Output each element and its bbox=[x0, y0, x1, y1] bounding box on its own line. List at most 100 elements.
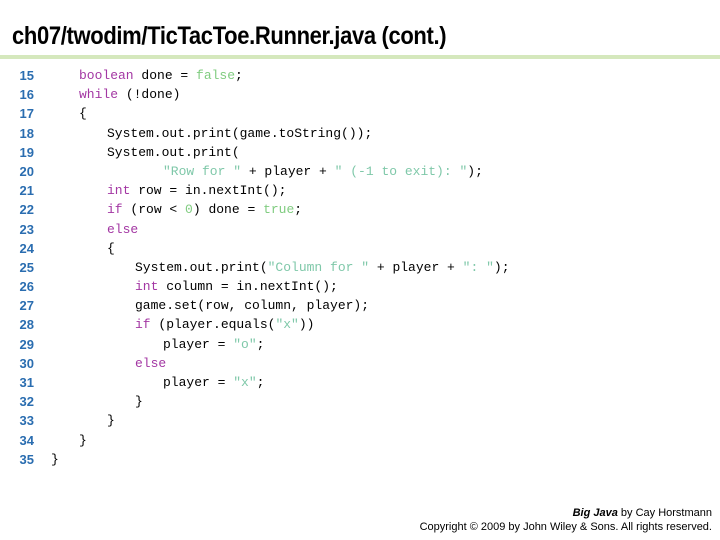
line-number: 18 bbox=[19, 125, 34, 141]
code-token-str: "x" bbox=[233, 375, 257, 390]
code-text: game.set(row, column, player); bbox=[44, 296, 369, 315]
footer: Big Java by Cay Horstmann Copyright © 20… bbox=[420, 506, 712, 534]
code-token-plain: } bbox=[107, 413, 115, 429]
line-number: 31 bbox=[19, 375, 34, 390]
line-number: 33 bbox=[19, 413, 34, 429]
code-token-str: ": " bbox=[462, 259, 494, 275]
code-token-plain: ) done = bbox=[192, 202, 264, 218]
code-listing: 15 boolean done = false; 16 while (!done) 17… bbox=[0, 66, 720, 469]
line-number: 22 bbox=[19, 202, 34, 218]
code-token-kw: int bbox=[107, 183, 131, 199]
code-token-plain: ); bbox=[493, 259, 510, 275]
code-text: } bbox=[44, 411, 115, 430]
code-token-plain: ; bbox=[256, 375, 265, 390]
code-line: 26 int column = in.nextInt(); bbox=[0, 277, 720, 296]
code-line: 19 System.out.print( bbox=[0, 143, 720, 162]
code-line: 35} bbox=[0, 450, 720, 469]
code-token-plain: column = in.nextInt(); bbox=[158, 279, 338, 295]
code-token-kw: int bbox=[135, 279, 159, 295]
code-line: 34} bbox=[0, 431, 720, 450]
code-line: 31 player = "x"; bbox=[0, 373, 720, 392]
code-line: 20 "Row for " + player + " (-1 to exit): … bbox=[0, 162, 720, 181]
code-token-lit: true bbox=[263, 202, 295, 218]
line-number: 23 bbox=[19, 221, 34, 237]
code-token-lit: false bbox=[196, 68, 236, 83]
code-token-plain: } bbox=[51, 451, 59, 467]
code-text: if (row < 0) done = true; bbox=[44, 200, 302, 219]
line-number: 19 bbox=[19, 144, 34, 160]
code-token-plain: (player.equals( bbox=[150, 317, 276, 333]
code-text: int row = in.nextInt(); bbox=[44, 181, 286, 200]
code-line: 21 int row = in.nextInt(); bbox=[0, 181, 720, 200]
line-number: 24 bbox=[19, 240, 34, 256]
code-text: { bbox=[44, 239, 115, 258]
code-line: 33} bbox=[0, 411, 720, 430]
code-line: 25 System.out.print("Column for " + playe… bbox=[0, 258, 720, 277]
code-text: boolean done = false; bbox=[44, 66, 243, 85]
code-token-plain: ); bbox=[467, 163, 483, 179]
line-number: 20 bbox=[19, 163, 34, 179]
code-line: 22 if (row < 0) done = true; bbox=[0, 200, 720, 219]
code-token-plain: } bbox=[135, 394, 143, 410]
code-text: "Row for " + player + " (-1 to exit): ")… bbox=[44, 162, 483, 181]
line-number: 25 bbox=[19, 259, 34, 275]
code-token-plain: { bbox=[107, 240, 115, 256]
footer-author: by Cay Horstmann bbox=[617, 507, 712, 519]
code-token-str: " (-1 to exit): " bbox=[334, 163, 468, 179]
code-text: { bbox=[44, 104, 87, 123]
code-token-plain: done = bbox=[133, 68, 197, 83]
footer-book-title: Big Java bbox=[572, 507, 618, 519]
line-number: 16 bbox=[19, 87, 34, 103]
code-line: 27 game.set(row, column, player); bbox=[0, 296, 720, 315]
code-text: } bbox=[44, 431, 87, 450]
code-token-str: "x" bbox=[275, 317, 299, 333]
code-line: 17 { bbox=[0, 104, 720, 123]
line-number: 35 bbox=[19, 451, 34, 467]
code-token-kw: else bbox=[135, 355, 167, 371]
code-line: 24 { bbox=[0, 239, 720, 258]
line-number: 17 bbox=[19, 106, 34, 122]
code-line: 23 else bbox=[0, 220, 720, 239]
line-number: 29 bbox=[19, 336, 34, 352]
code-text: System.out.print( bbox=[44, 143, 240, 162]
code-token-plain: } bbox=[79, 432, 87, 448]
code-token-plain: ; bbox=[294, 202, 303, 218]
code-token-plain: { bbox=[79, 106, 87, 122]
code-token-plain: row = in.nextInt(); bbox=[130, 183, 287, 199]
code-token-plain: System.out.print( bbox=[135, 259, 268, 275]
code-text: if (player.equals("x")) bbox=[44, 315, 314, 334]
code-token-kw: else bbox=[107, 221, 139, 237]
code-token-kw: if bbox=[107, 202, 123, 218]
code-token-plain: (row < bbox=[122, 202, 186, 218]
code-token-plain: + player + bbox=[241, 163, 335, 179]
line-number: 21 bbox=[19, 183, 34, 199]
line-number: 30 bbox=[19, 355, 34, 371]
code-line: 29 player = "o"; bbox=[0, 335, 720, 354]
code-token-plain: player = bbox=[163, 336, 234, 352]
code-token-str: "Column for " bbox=[267, 259, 370, 275]
code-line: 15 boolean done = false; bbox=[0, 66, 720, 85]
title-divider bbox=[0, 55, 720, 59]
line-number: 34 bbox=[19, 432, 34, 448]
code-text: } bbox=[44, 450, 59, 469]
code-line: 16 while (!done) bbox=[0, 85, 720, 104]
code-text: System.out.print(game.toString()); bbox=[44, 124, 372, 143]
code-text: else bbox=[44, 220, 138, 239]
code-token-plain: game.set(row, column, player); bbox=[135, 298, 370, 314]
code-text: while (!done) bbox=[44, 85, 180, 104]
code-line: 30 else bbox=[0, 354, 720, 373]
code-token-lit: 0 bbox=[185, 202, 193, 218]
code-token-plain: ; bbox=[256, 336, 265, 352]
code-text: else bbox=[44, 354, 166, 373]
code-text: System.out.print("Column for " + player … bbox=[44, 258, 510, 277]
code-token-plain: System.out.print(game.toString()); bbox=[107, 125, 373, 141]
code-token-str: "Row for " bbox=[163, 163, 242, 179]
code-token-kw: while bbox=[79, 87, 119, 103]
code-token-plain: (!done) bbox=[118, 87, 181, 103]
code-token-plain: )) bbox=[298, 317, 315, 333]
code-text: } bbox=[44, 392, 143, 411]
line-number: 15 bbox=[19, 68, 34, 83]
line-number: 28 bbox=[19, 317, 34, 333]
line-number: 26 bbox=[19, 279, 34, 295]
line-number: 32 bbox=[19, 394, 34, 410]
